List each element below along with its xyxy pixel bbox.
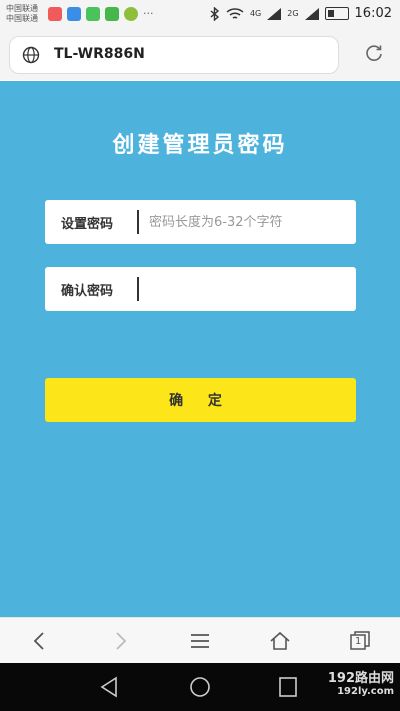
forward-icon[interactable] xyxy=(108,629,132,653)
battery-icon xyxy=(324,7,349,20)
network-2g-label: 2G xyxy=(287,9,299,18)
app-icon xyxy=(67,7,81,21)
carrier-2: 中国联通 xyxy=(6,14,38,23)
more-icon: ··· xyxy=(143,7,154,20)
field-divider xyxy=(137,210,139,234)
url-text: TL-WR886N xyxy=(54,46,145,62)
confirm-password-label: 确认密码 xyxy=(61,284,114,299)
watermark-site: 192ly.com xyxy=(337,686,394,697)
bluetooth-icon xyxy=(210,6,220,21)
clock: 16:02 xyxy=(354,6,392,21)
status-bar: 中国联通 中国联通 ··· 4G 2G 16:02 xyxy=(0,0,400,30)
nav-back-icon[interactable] xyxy=(98,676,122,698)
network-4g-label: 4G xyxy=(249,9,262,18)
confirm-password-field[interactable]: 确认密码 xyxy=(45,267,356,311)
browser-address-area: TL-WR886N xyxy=(0,30,400,80)
shield-icon xyxy=(124,7,138,21)
browser-toolbar: 1 xyxy=(0,617,400,664)
tabs-button[interactable]: 1 xyxy=(348,629,372,653)
password-field[interactable]: 设置密码 xyxy=(45,200,356,244)
home-icon[interactable] xyxy=(268,629,292,653)
system-status: 4G 2G 16:02 xyxy=(210,6,392,21)
wechat-icon xyxy=(86,7,100,21)
password-label: 设置密码 xyxy=(61,217,114,232)
confirm-button[interactable]: 确 定 xyxy=(45,378,356,422)
carrier-info: 中国联通 中国联通 xyxy=(6,4,38,24)
signal-icon xyxy=(267,7,282,20)
nav-recent-icon[interactable] xyxy=(276,676,300,698)
weibo-icon xyxy=(48,7,62,21)
globe-icon xyxy=(22,46,40,64)
login-page: 创建管理员密码 设置密码 确认密码 确 定 xyxy=(0,81,400,617)
menu-icon[interactable] xyxy=(188,629,212,653)
field-divider xyxy=(137,277,139,301)
tab-count: 1 xyxy=(355,636,362,647)
notification-icons: ··· xyxy=(48,7,154,21)
reload-icon[interactable] xyxy=(364,43,384,63)
signal-icon xyxy=(304,7,319,20)
address-bar[interactable]: TL-WR886N xyxy=(9,36,339,74)
watermark: 192路由网 192ly.com xyxy=(328,667,394,697)
password-input[interactable] xyxy=(149,208,344,236)
page-title: 创建管理员密码 xyxy=(112,132,288,158)
system-nav-bar: 192路由网 192ly.com xyxy=(0,663,400,711)
confirm-password-input[interactable] xyxy=(149,275,344,303)
image-icon xyxy=(105,7,119,21)
carrier-1: 中国联通 xyxy=(6,4,38,13)
wifi-icon xyxy=(226,7,244,19)
watermark-brand: 192路由网 xyxy=(327,671,394,686)
back-icon[interactable] xyxy=(28,629,52,653)
nav-home-icon[interactable] xyxy=(188,676,212,698)
